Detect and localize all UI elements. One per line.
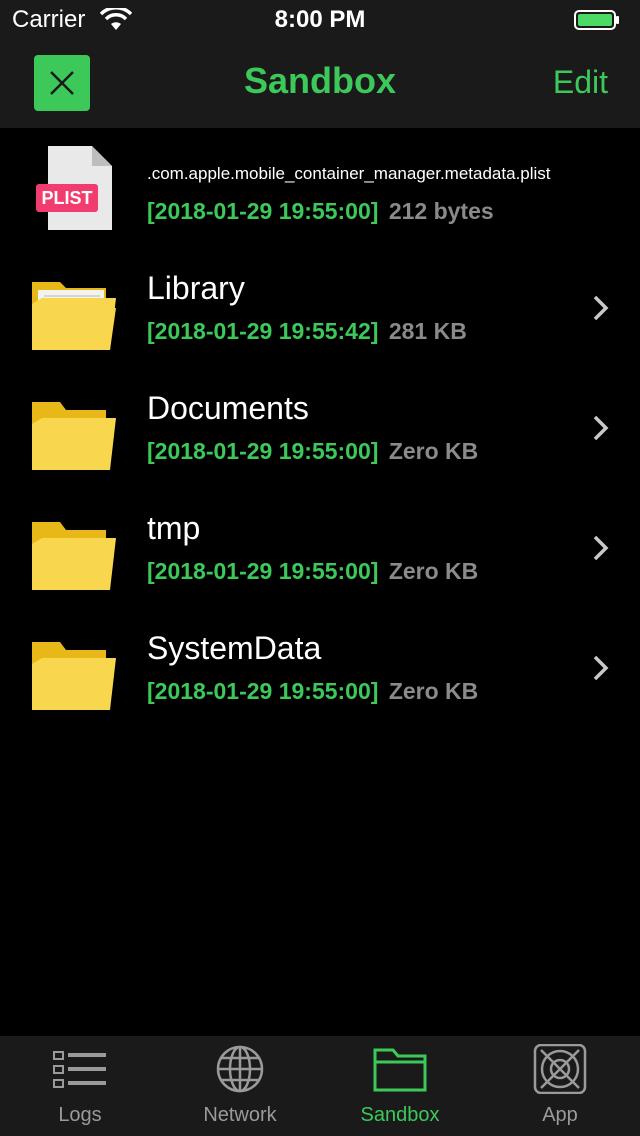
plist-badge: PLIST xyxy=(41,188,92,208)
file-meta: [2018-01-29 19:55:00] 212 bytes xyxy=(147,198,494,225)
list-icon xyxy=(53,1051,106,1088)
file-meta: [2018-01-29 19:55:00] Zero KB xyxy=(147,438,478,465)
file-row-plist[interactable]: PLIST .com.apple.mobile_container_manage… xyxy=(0,128,640,248)
file-date: [2018-01-29 19:55:00] xyxy=(147,678,379,704)
file-row-systemdata[interactable]: SystemData [2018-01-29 19:55:00] Zero KB xyxy=(0,608,640,728)
file-date: [2018-01-29 19:55:42] xyxy=(147,318,379,344)
chevron-right-icon xyxy=(593,295,609,321)
file-meta: [2018-01-29 19:55:42] 281 KB xyxy=(147,318,467,345)
file-meta: [2018-01-29 19:55:00] Zero KB xyxy=(147,558,478,585)
file-list: PLIST .com.apple.mobile_container_manage… xyxy=(0,128,640,728)
tab-label: Network xyxy=(203,1104,277,1126)
page-title: Sandbox xyxy=(243,60,396,101)
file-row-documents[interactable]: Documents [2018-01-29 19:55:00] Zero KB xyxy=(0,368,640,488)
file-date: [2018-01-29 19:55:00] xyxy=(147,198,379,224)
plist-file-icon: PLIST xyxy=(36,146,112,230)
tab-label: Logs xyxy=(58,1104,102,1126)
folder-icon xyxy=(32,642,116,710)
folder-with-files-icon xyxy=(32,282,116,350)
file-date: [2018-01-29 19:55:00] xyxy=(147,558,379,584)
chevron-right-icon xyxy=(593,655,609,681)
file-size: Zero KB xyxy=(388,558,479,584)
file-date: [2018-01-29 19:55:00] xyxy=(147,438,379,464)
app-icon xyxy=(533,1044,587,1094)
sandbox-screen: Carrier 8:00 PM Sandbox Edit PLIST .com.… xyxy=(0,0,640,1136)
globe-icon xyxy=(216,1045,264,1093)
folder-outline-icon xyxy=(373,1048,427,1092)
chevron-right-icon xyxy=(593,535,609,561)
status-time: 8:00 PM xyxy=(274,6,366,33)
file-name: tmp xyxy=(147,510,201,546)
edit-button[interactable]: Edit xyxy=(553,64,608,101)
tab-logs[interactable]: Logs xyxy=(0,1036,160,1136)
file-size: Zero KB xyxy=(388,678,479,704)
file-row-tmp[interactable]: tmp [2018-01-29 19:55:00] Zero KB xyxy=(0,488,640,608)
tab-bar: Logs Network Sandbox App xyxy=(0,1036,640,1136)
tab-app[interactable]: App xyxy=(480,1036,640,1136)
folder-icon xyxy=(32,522,116,590)
file-size: 281 KB xyxy=(388,318,467,344)
battery-icon xyxy=(574,10,619,30)
tab-label: Sandbox xyxy=(360,1104,440,1126)
file-name: .com.apple.mobile_container_manager.meta… xyxy=(147,164,551,183)
tab-label: App xyxy=(542,1104,578,1126)
file-size: Zero KB xyxy=(388,438,479,464)
file-name: Documents xyxy=(147,390,309,426)
folder-icon xyxy=(32,402,116,470)
file-size: 212 bytes xyxy=(388,198,494,224)
chevron-right-icon xyxy=(593,415,609,441)
status-bar: Carrier 8:00 PM xyxy=(0,0,640,40)
file-name: SystemData xyxy=(147,630,322,666)
file-meta: [2018-01-29 19:55:00] Zero KB xyxy=(147,678,478,705)
file-row-library[interactable]: Library [2018-01-29 19:55:42] 281 KB xyxy=(0,248,640,368)
file-name: Library xyxy=(147,270,245,306)
navigation-bar: Sandbox Edit xyxy=(0,40,640,128)
tab-network[interactable]: Network xyxy=(160,1036,320,1136)
tab-sandbox[interactable]: Sandbox xyxy=(320,1036,480,1136)
